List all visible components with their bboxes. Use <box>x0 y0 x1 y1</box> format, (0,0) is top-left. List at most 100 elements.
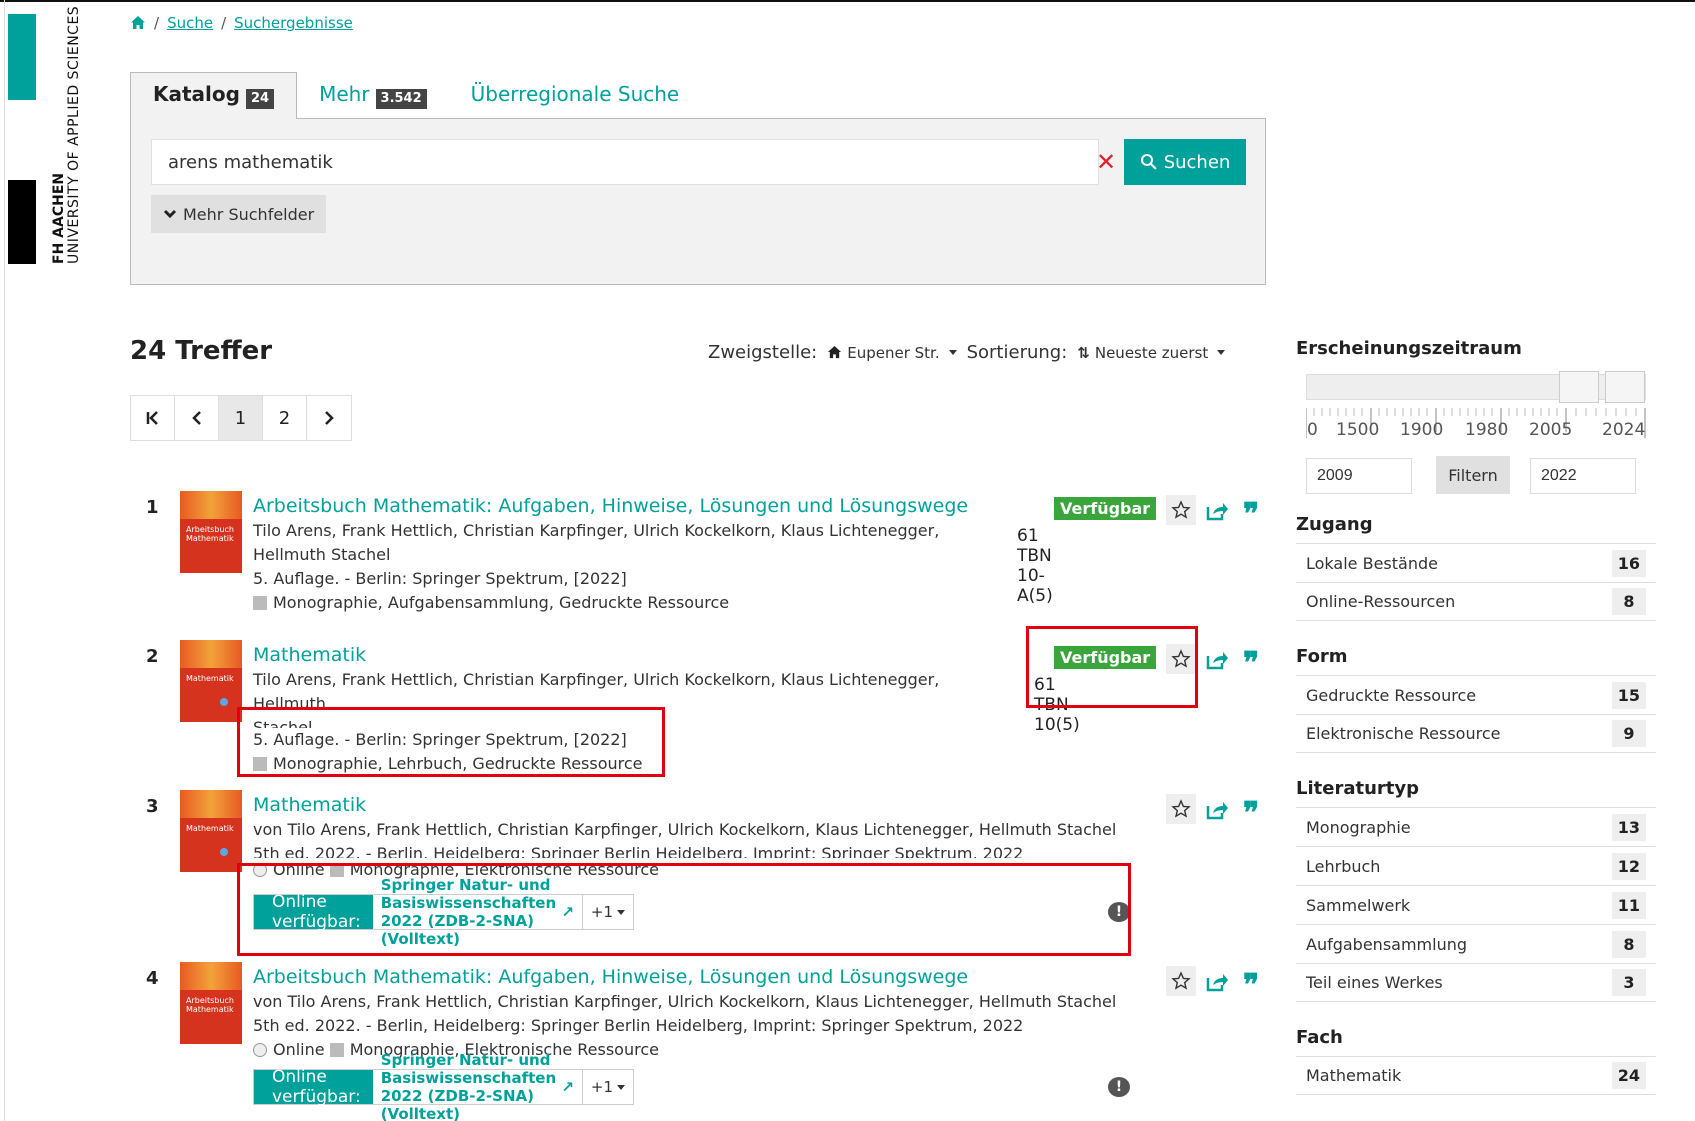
year-from-input[interactable] <box>1306 458 1412 494</box>
first-page-icon <box>146 411 158 425</box>
result-authors: Tilo Arens, Frank Hettlich, Christian Ka… <box>253 521 940 540</box>
search-button-label: Suchen <box>1163 151 1231 173</box>
caret-down-icon <box>1217 350 1226 355</box>
breadcrumb-search-link[interactable]: Suche <box>167 14 213 32</box>
facet-title: Form <box>1296 646 1348 667</box>
logo-line1: FH AACHEN <box>51 172 67 264</box>
tab-katalog-label: Katalog <box>153 82 240 106</box>
caret-down-icon <box>948 350 957 355</box>
share-icon[interactable] <box>1205 798 1229 822</box>
tab-katalog[interactable]: Katalog 24 <box>130 72 298 119</box>
breadcrumb: / Suche / Suchergebnisse <box>130 14 353 32</box>
tick-label: 1500 <box>1336 420 1380 440</box>
facet-row[interactable]: Lehrbuch 12 <box>1296 846 1656 885</box>
top-border <box>0 0 1695 2</box>
facet-fach: Fach Mathematik 24 <box>1296 1027 1656 1095</box>
share-icon[interactable] <box>1205 648 1229 672</box>
facet-row[interactable]: Teil eines Werkes 3 <box>1296 963 1656 1002</box>
chevron-left-icon <box>191 411 201 425</box>
book-cover[interactable]: Arbeitsbuch Mathematik <box>180 962 242 1044</box>
caret-down-icon <box>617 1084 626 1090</box>
prev-page-button[interactable] <box>175 396 219 440</box>
first-page-button[interactable] <box>131 396 175 440</box>
online-more-dropdown[interactable]: +1 <box>581 1070 634 1104</box>
page-1-button[interactable]: 1 <box>219 396 263 440</box>
quote-icon[interactable]: ❞ <box>1243 500 1259 530</box>
result-format: Monographie, Aufgabensammlung, Gedruckte… <box>273 593 730 612</box>
result-edition: 5th ed. 2022. - Berlin, Heidelberg: Spri… <box>253 844 1024 858</box>
more-fields-label: Mehr Suchfelder <box>183 204 315 224</box>
facet-row[interactable]: Gedruckte Ressource 15 <box>1296 675 1656 714</box>
tick-label: 0 <box>1307 420 1318 440</box>
period-slider[interactable] <box>1306 371 1646 403</box>
tab-ueberregional-label: Überregionale Suche <box>470 82 680 106</box>
more-fields-button[interactable]: Mehr Suchfelder <box>151 195 327 233</box>
highlight-online-access <box>237 863 1131 956</box>
book-icon <box>253 596 267 610</box>
pagination: 1 2 <box>130 395 352 441</box>
book-cover[interactable]: Arbeitsbuch Mathematik <box>180 491 242 573</box>
cover-title: Mathematik <box>186 824 234 833</box>
tab-ueberregional[interactable]: Überregionale Suche <box>449 73 702 119</box>
sort-dropdown[interactable]: ⇅ Neueste zuerst <box>1077 344 1226 362</box>
online-available-label: Online verfügbar: <box>254 1067 373 1107</box>
result-number: 3 <box>146 796 159 817</box>
facet-row[interactable]: Lokale Bestände 16 <box>1296 543 1656 582</box>
logo[interactable]: FH AACHEN UNIVERSITY OF APPLIED SCIENCES <box>51 5 82 264</box>
tab-mehr-label: Mehr <box>319 82 370 106</box>
page-2-button[interactable]: 2 <box>263 396 307 440</box>
facet-literaturtyp: Literaturtyp Monographie 13 Lehrbuch 12 Sa… <box>1296 778 1656 1002</box>
hits-count: 24 Treffer <box>130 336 273 366</box>
star-icon[interactable] <box>1166 794 1196 824</box>
facet-row[interactable]: Monographie 13 <box>1296 807 1656 846</box>
result-authors-cont: Hellmuth Stachel <box>253 545 391 564</box>
result-title-link[interactable]: Mathematik <box>253 642 1013 668</box>
star-icon[interactable] <box>1166 495 1196 525</box>
breadcrumb-results-link[interactable]: Suchergebnisse <box>234 14 353 32</box>
result-title-link[interactable]: Arbeitsbuch Mathematik: Aufgaben, Hinwei… <box>253 964 1153 990</box>
facet-sidebar: Erscheinungszeitraum 0 1500 1900 1980 20… <box>1296 338 1656 1095</box>
quote-icon[interactable]: ❞ <box>1243 649 1259 679</box>
book-cover[interactable]: Mathematik <box>180 790 242 872</box>
result-title-link[interactable]: Arbeitsbuch Mathematik: Aufgaben, Hinwei… <box>253 493 1013 519</box>
facet-row[interactable]: Elektronische Ressource 9 <box>1296 714 1656 753</box>
comment-icon[interactable]: ! <box>1108 1077 1130 1097</box>
share-icon[interactable] <box>1205 499 1229 523</box>
slider-handle-from[interactable] <box>1559 371 1599 403</box>
search-input[interactable] <box>151 139 1099 185</box>
slider-handle-to[interactable] <box>1605 371 1645 403</box>
availability-badge[interactable]: Verfügbar <box>1054 497 1157 520</box>
period-title: Erscheinungszeitraum <box>1296 338 1522 359</box>
highlight-edition-format <box>237 707 665 777</box>
facet-row[interactable]: Sammelwerk 11 <box>1296 885 1656 924</box>
quote-icon[interactable]: ❞ <box>1243 799 1259 829</box>
search-button[interactable]: Suchen <box>1124 139 1246 185</box>
share-icon[interactable] <box>1205 970 1229 994</box>
facet-row[interactable]: Online-Ressourcen 8 <box>1296 582 1656 621</box>
logo-line2: UNIVERSITY OF APPLIED SCIENCES <box>66 5 82 264</box>
star-icon[interactable] <box>1166 966 1196 996</box>
home-icon[interactable] <box>130 15 146 31</box>
next-page-button[interactable] <box>307 396 351 440</box>
tab-mehr[interactable]: Mehr 3.542 <box>297 73 449 119</box>
cover-title: Arbeitsbuch Mathematik <box>186 525 234 543</box>
branch-value: Eupener Str. <box>847 343 940 362</box>
quote-icon[interactable]: ❞ <box>1243 971 1259 1001</box>
filter-button[interactable]: Filtern <box>1436 456 1510 494</box>
result-title-link[interactable]: Mathematik <box>253 792 1153 818</box>
result-authors: von Tilo Arens, Frank Hettlich, Christia… <box>253 820 1117 839</box>
left-border <box>4 0 5 1121</box>
book-icon <box>329 1043 344 1057</box>
facet-row[interactable]: Mathematik 24 <box>1296 1056 1656 1095</box>
facet-title: Fach <box>1296 1027 1343 1048</box>
branch-dropdown[interactable]: Eupener Str. <box>827 343 957 362</box>
book-cover[interactable]: Mathematik <box>180 640 242 722</box>
online-fulltext-link[interactable]: Springer Natur- und Basiswissenschaften … <box>372 1051 582 1121</box>
result-edition: 5. Auflage. - Berlin: Springer Spektrum,… <box>253 569 627 588</box>
results-controls: Zweigstelle: Eupener Str. Sortierung: ⇅ … <box>708 342 1226 363</box>
highlight-availability <box>1026 626 1198 708</box>
facet-row[interactable]: Aufgabensammlung 8 <box>1296 924 1656 963</box>
external-link-icon: ↗ <box>561 1078 574 1096</box>
year-to-input[interactable] <box>1530 458 1636 494</box>
clear-icon[interactable]: ✕ <box>1089 145 1123 179</box>
